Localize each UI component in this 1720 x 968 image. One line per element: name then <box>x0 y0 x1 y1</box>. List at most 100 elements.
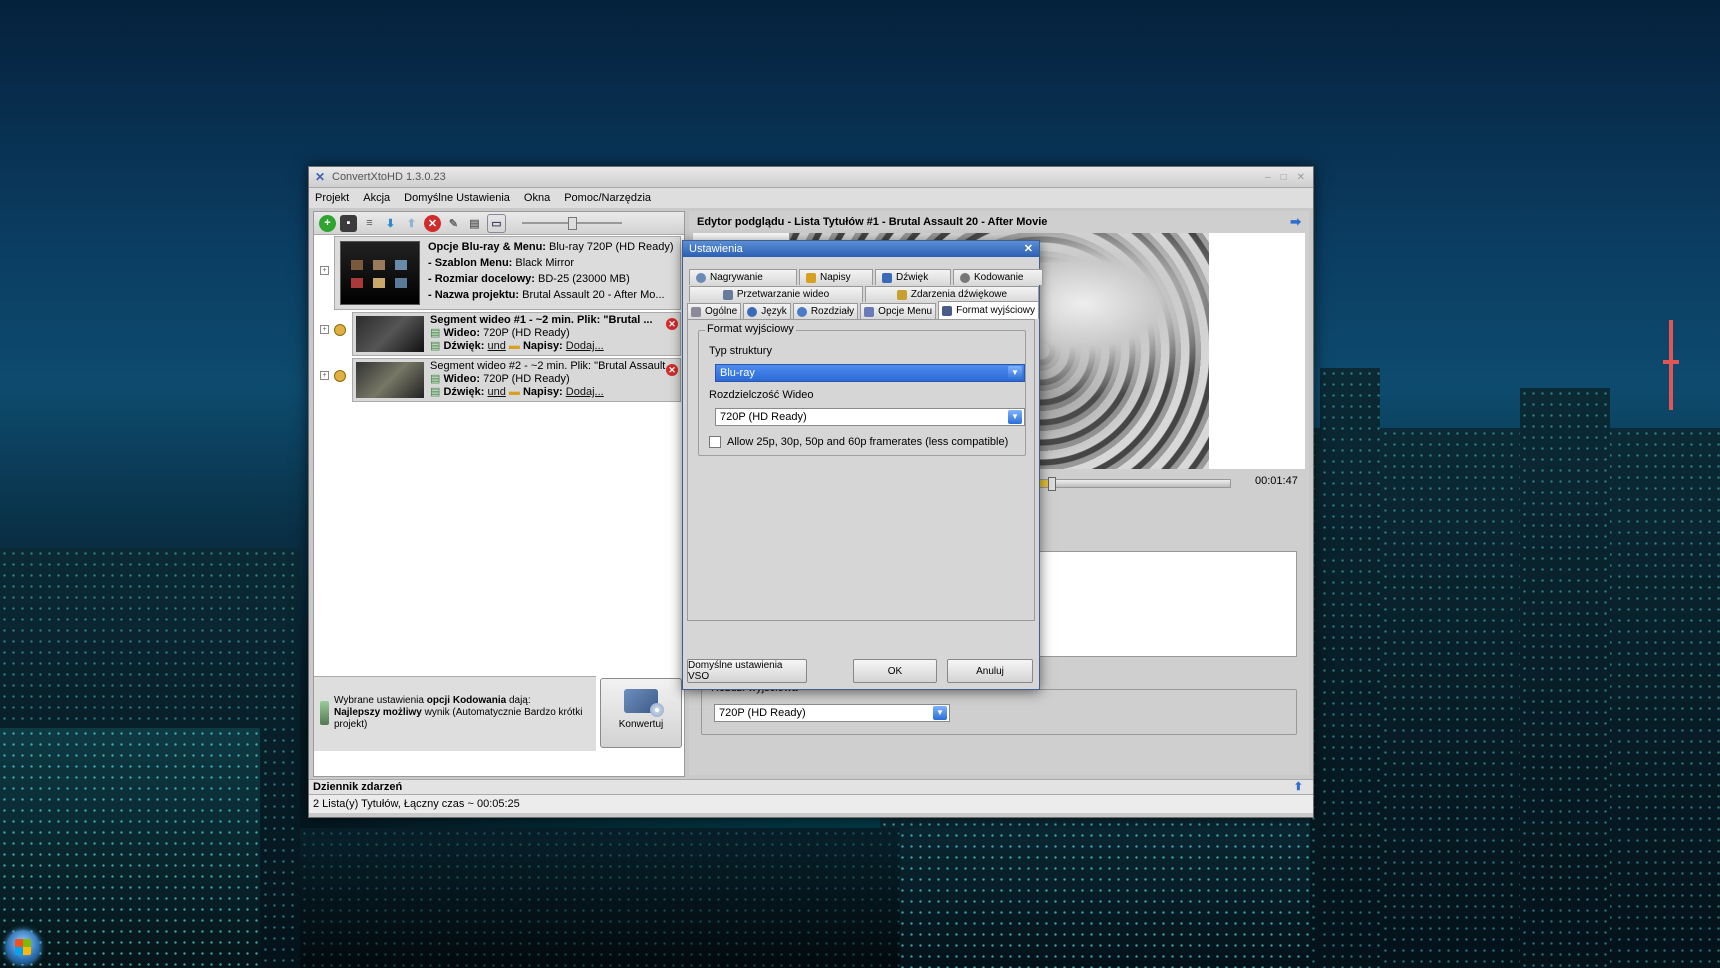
structure-type-select[interactable]: Blu-ray ▼ <box>715 364 1025 382</box>
tab-kodowanie[interactable]: Kodowanie <box>953 269 1043 285</box>
tab-label: Zdarzenia dźwiękowe <box>910 289 1008 300</box>
vso-defaults-button[interactable]: Domyślne ustawienia VSO <box>687 659 807 683</box>
maximize-button[interactable]: □ <box>1281 172 1287 183</box>
monitor-icon[interactable]: ▭ <box>487 213 506 233</box>
arrow-right-icon[interactable]: ➡ <box>1290 214 1301 230</box>
summary-text: 2 Lista(y) Tytułów, Łączny czas ~ 00:05:… <box>313 798 520 810</box>
segment-1-audio-label: Dźwięk: <box>443 340 485 352</box>
expand-up-icon[interactable]: ⬆ <box>1294 780 1303 794</box>
segment-2-audio-link[interactable]: und <box>488 386 506 398</box>
output-res-select[interactable]: 720P (HD Ready) ▼ <box>714 704 950 722</box>
project-tree-panel: + ▪ ≡ ⬇ ⬆ ✕ ✎ ▤ ▭ + Opcje Blu-ray & Menu… <box>313 211 685 777</box>
segment-2-audio-label: Dźwięk: <box>443 386 485 398</box>
move-down-icon[interactable]: ⬇ <box>382 215 399 232</box>
framerate-checkbox-row[interactable]: Allow 25p, 30p, 50p and 60p framerates (… <box>709 436 1008 448</box>
dialog-title-bar: Ustawienia ✕ <box>683 241 1039 257</box>
status-area: Dziennik zdarzeń ⬆ 2 Lista(y) Tytułów, Ł… <box>309 779 1313 815</box>
segment-1-audio-link[interactable]: und <box>488 340 506 352</box>
remove-segment-icon[interactable]: ✕ <box>666 318 678 330</box>
dialog-title: Ustawienia <box>689 243 743 255</box>
zoom-slider[interactable] <box>522 217 622 230</box>
clock-icon <box>796 306 807 317</box>
tab-nagrywanie[interactable]: Nagrywanie <box>689 269 797 285</box>
chevron-down-icon[interactable]: ▼ <box>1008 366 1022 380</box>
seek-handle[interactable] <box>1048 477 1056 491</box>
title-bar: ✕ ConvertXtoHD 1.3.0.23 – □ ✕ <box>309 167 1313 188</box>
subtitle-icon: ▬ <box>508 386 520 398</box>
video-resolution-select[interactable]: 720P (HD Ready) ▼ <box>715 408 1025 426</box>
settings-dialog: Ustawienia ✕ Nagrywanie Napisy Dźwięk Ko… <box>682 240 1043 690</box>
ok-button[interactable]: OK <box>853 659 937 683</box>
document-icon[interactable]: ▤ <box>466 215 483 232</box>
save-icon[interactable]: ▪ <box>340 214 357 232</box>
add-icon[interactable]: + <box>319 214 336 232</box>
tab-opcje-menu[interactable]: Opcje Menu <box>860 303 937 319</box>
menu-okna[interactable]: Okna <box>524 192 550 204</box>
menu-bar: Projekt Akcja Domyślne Ustawienia Okna P… <box>309 188 1313 208</box>
tab-dzwiek[interactable]: Dźwięk <box>875 269 951 285</box>
menu-pomoc[interactable]: Pomoc/Narzędzia <box>564 192 651 204</box>
globe-icon <box>747 306 758 317</box>
wrench-icon <box>691 306 701 317</box>
remove-segment-icon[interactable]: ✕ <box>666 364 678 376</box>
expand-toggle-seg2[interactable]: + <box>320 371 329 380</box>
expand-toggle-seg1[interactable]: + <box>320 325 329 334</box>
delete-icon[interactable]: ✕ <box>424 214 441 232</box>
project-line3-label: - Rozmiar docelowy: <box>428 273 535 285</box>
start-button[interactable] <box>6 930 40 964</box>
tab-napisy[interactable]: Napisy <box>799 269 873 285</box>
event-log-bar[interactable]: Dziennik zdarzeń ⬆ <box>309 779 1313 795</box>
framerate-checkbox[interactable] <box>709 436 721 448</box>
segment-2-subs-label: Napisy: <box>522 386 563 398</box>
tab-przetwarzanie-wideo[interactable]: Przetwarzanie wideo <box>689 286 863 302</box>
slider-handle[interactable] <box>568 217 577 230</box>
windows-logo-icon <box>15 939 31 955</box>
expand-toggle-project[interactable]: + <box>320 266 329 275</box>
tab-label: Język <box>761 306 787 317</box>
audio-icon: ▤ <box>430 340 441 352</box>
dialog-close-icon[interactable]: ✕ <box>1024 241 1033 257</box>
cancel-button[interactable]: Anuluj <box>947 659 1033 683</box>
project-line4-label: - Nazwa projektu: <box>428 289 520 301</box>
monitor-icon <box>942 305 953 316</box>
chevron-down-icon[interactable]: ▼ <box>1008 410 1022 424</box>
project-line3-value: BD-25 (23000 MB) <box>538 273 630 285</box>
tab-label: Opcje Menu <box>878 306 933 317</box>
tab-label: Format wyjściowy <box>956 305 1035 316</box>
tab-label: Kodowanie <box>974 272 1024 283</box>
menu-projekt[interactable]: Projekt <box>315 192 349 204</box>
tokyo-tower <box>1663 320 1679 410</box>
segment-1-subs-label: Napisy: <box>522 340 563 352</box>
tab-format-wyjsciowy[interactable]: Format wyjściowy <box>938 301 1039 319</box>
project-node[interactable]: Opcje Blu-ray & Menu: Blu-ray 720P (HD R… <box>334 236 681 310</box>
info-text-4: Najlepszy możliwy <box>334 707 422 718</box>
film-icon: ▤ <box>430 327 441 339</box>
move-up-icon[interactable]: ⬆ <box>403 215 420 232</box>
chevron-down-icon[interactable]: ▼ <box>933 706 947 720</box>
gear-icon <box>960 272 970 283</box>
tab-jezyk[interactable]: Język <box>743 303 791 319</box>
menu-domyslne-ustawienia[interactable]: Domyślne Ustawienia <box>404 192 510 204</box>
tab-rozdzialy[interactable]: Rozdziały <box>792 303 859 319</box>
tab-ogolne[interactable]: Ogólne <box>687 303 742 319</box>
convert-disc-icon <box>624 689 664 717</box>
tab-zdarzenia-dzwiekowe[interactable]: Zdarzenia dźwiękowe <box>865 286 1039 302</box>
output-format-group: Format wyjściowy Typ struktury Blu-ray ▼… <box>698 323 1026 456</box>
subtitle-icon: ▬ <box>508 340 520 352</box>
segment-item-2[interactable]: Segment wideo #2 - ~2 min. Plik: "Brutal… <box>352 358 681 402</box>
project-line1-value: Blu-ray 720P (HD Ready) <box>549 241 674 253</box>
dialog-body: Format wyjściowy Typ struktury Blu-ray ▼… <box>687 319 1035 621</box>
minimize-button[interactable]: – <box>1265 172 1271 183</box>
seek-bar[interactable] <box>1029 477 1231 491</box>
segment-2-subs-link[interactable]: Dodaj... <box>566 386 604 398</box>
tab-label: Napisy <box>820 272 851 283</box>
settings-icon[interactable]: ≡ <box>361 215 378 232</box>
tab-label: Dźwięk <box>896 272 929 283</box>
segment-1-subs-link[interactable]: Dodaj... <box>566 340 604 352</box>
menu-akcja[interactable]: Akcja <box>363 192 390 204</box>
preview-header: Edytor podglądu - Lista Tytułów #1 - Bru… <box>689 211 1309 233</box>
convert-button[interactable]: Konwertuj <box>600 678 682 748</box>
tools-icon[interactable]: ✎ <box>445 215 462 232</box>
segment-item-1[interactable]: Segment wideo #1 - ~2 min. Plik: "Brutal… <box>352 312 681 356</box>
close-button[interactable]: ✕ <box>1297 172 1305 183</box>
